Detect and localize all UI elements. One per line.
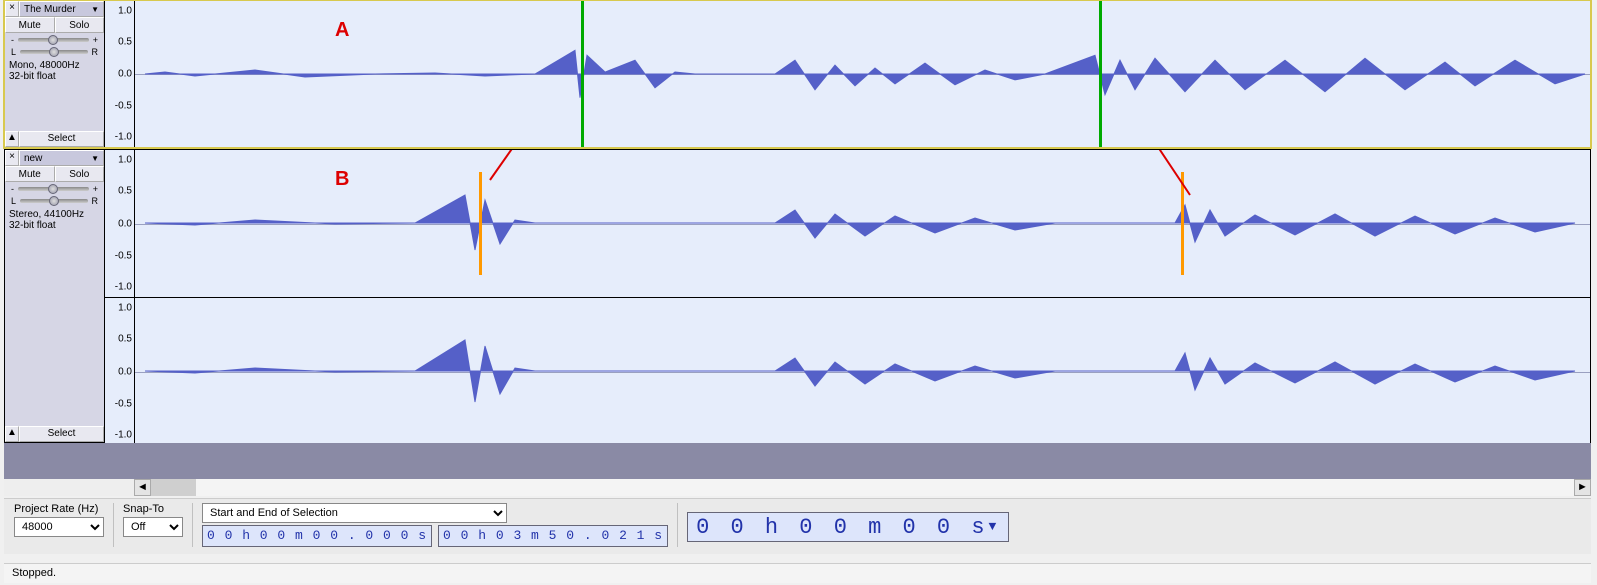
gain-thumb[interactable] <box>48 184 58 194</box>
tracks-container: × The Murder ▼ Mute Solo - + L R <box>4 0 1591 443</box>
audio-position-field[interactable]: 0 0 h 0 0 m 0 0 s▼ <box>687 512 1009 542</box>
track-name-label: new <box>24 153 42 164</box>
waveform-area-left[interactable]: B <box>135 150 1590 297</box>
track-format-info: Stereo, 44100Hz 32-bit float <box>5 206 104 234</box>
horizontal-scrollbar[interactable]: ◄ ► <box>4 479 1591 496</box>
selection-start-field[interactable]: 0 0 h 0 0 m 0 0 . 0 0 0 s <box>202 525 432 547</box>
waveform-svg <box>135 150 1590 297</box>
waveform-area[interactable]: A <box>135 1 1590 147</box>
marker-orange-2 <box>1181 172 1184 275</box>
waveform-svg <box>135 298 1590 445</box>
scroll-right-button[interactable]: ► <box>1574 479 1591 496</box>
empty-track-area[interactable] <box>4 443 1591 479</box>
selection-end-field[interactable]: 0 0 h 0 3 m 5 0 . 0 2 1 s <box>438 525 668 547</box>
pan-thumb[interactable] <box>49 47 59 57</box>
pan-thumb[interactable] <box>49 196 59 206</box>
select-button[interactable]: Select <box>19 426 104 442</box>
collapse-button[interactable]: ▲ <box>5 426 19 442</box>
status-bar: Stopped. <box>4 563 1591 583</box>
solo-button[interactable]: Solo <box>55 166 105 182</box>
track-name-dropdown[interactable]: new ▼ <box>19 150 104 166</box>
gain-thumb[interactable] <box>48 35 58 45</box>
gain-slider[interactable]: - + <box>5 182 104 194</box>
track-the-murder: × The Murder ▼ Mute Solo - + L R <box>4 0 1591 148</box>
chevron-down-icon[interactable]: ▼ <box>989 519 1001 534</box>
chevron-down-icon: ▼ <box>91 154 99 163</box>
track-control-panel: × The Murder ▼ Mute Solo - + L R <box>5 1 105 147</box>
marker-orange-1 <box>479 172 482 275</box>
close-track-button[interactable]: × <box>5 150 19 166</box>
project-rate-select[interactable]: 48000 <box>14 517 104 537</box>
waveform-area-right[interactable] <box>135 298 1590 445</box>
selection-toolbar: Project Rate (Hz) 48000 Snap-To Off Star… <box>4 498 1591 554</box>
vertical-ruler: 1.0 0.5 0.0 -0.5 -1.0 <box>105 150 135 297</box>
select-button[interactable]: Select <box>19 131 104 147</box>
collapse-button[interactable]: ▲ <box>5 131 19 147</box>
waveform-svg <box>135 1 1590 147</box>
project-rate-label: Project Rate (Hz) <box>14 503 104 515</box>
track-name-dropdown[interactable]: The Murder ▼ <box>19 1 104 17</box>
snap-to-label: Snap-To <box>123 503 183 515</box>
mute-button[interactable]: Mute <box>5 166 55 182</box>
gain-slider[interactable]: - + <box>5 33 104 45</box>
marker-green-1 <box>581 1 584 147</box>
track-format-info: Mono, 48000Hz 32-bit float <box>5 57 104 85</box>
pan-slider[interactable]: L R <box>5 45 104 57</box>
chevron-down-icon: ▼ <box>91 5 99 14</box>
annotation-letter-B: B <box>335 168 349 191</box>
scroll-left-button[interactable]: ◄ <box>134 479 151 496</box>
track-name-label: The Murder <box>24 4 76 15</box>
close-track-button[interactable]: × <box>5 1 19 17</box>
scrollbar-thumb[interactable] <box>151 479 196 496</box>
status-text: Stopped. <box>12 567 56 579</box>
vertical-ruler: 1.0 0.5 0.0 -0.5 -1.0 <box>105 1 135 147</box>
pan-slider[interactable]: L R <box>5 194 104 206</box>
selection-mode-select[interactable]: Start and End of Selection <box>202 503 507 523</box>
vertical-ruler: 1.0 0.5 0.0 -0.5 -1.0 <box>105 298 135 445</box>
track-control-panel: × new ▼ Mute Solo - + L R Stereo <box>5 150 105 442</box>
annotation-letter-A: A <box>335 19 349 42</box>
snap-to-select[interactable]: Off <box>123 517 183 537</box>
mute-button[interactable]: Mute <box>5 17 55 33</box>
track-new: × new ▼ Mute Solo - + L R Stereo <box>4 149 1591 443</box>
solo-button[interactable]: Solo <box>55 17 105 33</box>
marker-green-2 <box>1099 1 1102 147</box>
